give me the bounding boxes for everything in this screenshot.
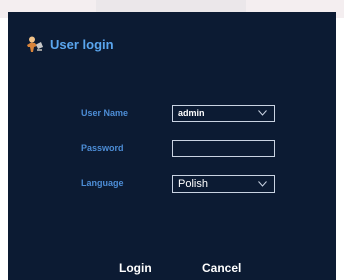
language-value: Polish (178, 178, 208, 190)
username-value: admin (178, 108, 205, 118)
login-dialog: User login User Name admin Password Lang… (8, 12, 336, 280)
username-dropdown[interactable]: admin (172, 105, 275, 122)
language-dropdown[interactable]: Polish (172, 175, 275, 193)
chevron-down-icon (258, 110, 267, 116)
login-button[interactable]: Login (119, 261, 152, 275)
chevron-down-icon (258, 181, 267, 187)
password-label: Password (81, 143, 124, 153)
language-label: Language (81, 178, 124, 188)
dialog-title: User login (50, 36, 114, 52)
cancel-button[interactable]: Cancel (202, 261, 241, 275)
dialog-header: User login (25, 34, 114, 54)
password-field[interactable] (172, 140, 275, 157)
username-label: User Name (81, 108, 129, 118)
user-login-icon (27, 36, 43, 52)
